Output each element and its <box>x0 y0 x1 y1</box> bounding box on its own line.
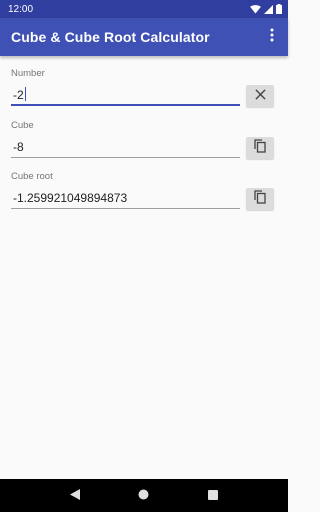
overflow-menu-button[interactable] <box>264 25 280 49</box>
home-icon <box>138 487 149 505</box>
app-bar: Cube & Cube Root Calculator <box>0 18 288 56</box>
recents-icon <box>208 487 219 505</box>
number-label: Number <box>11 68 45 79</box>
number-value: -2 <box>13 88 24 102</box>
status-time: 12:00 <box>8 3 34 15</box>
back-icon <box>69 487 80 505</box>
recents-button[interactable] <box>201 484 225 508</box>
app-title: Cube & Cube Root Calculator <box>11 29 210 45</box>
copy-icon <box>254 189 266 209</box>
cube-output[interactable]: -8 <box>11 138 240 158</box>
copy-cube-button[interactable] <box>246 137 274 159</box>
battery-icon <box>276 4 282 14</box>
number-input[interactable]: -2 <box>11 86 240 106</box>
number-field-group: Number -2 <box>11 68 275 107</box>
signal-icon <box>264 4 273 14</box>
cube-root-field-group: Cube root -1.259921049894873 <box>11 171 275 210</box>
home-button[interactable] <box>132 484 156 508</box>
cube-root-label: Cube root <box>11 171 53 182</box>
copy-icon <box>254 138 266 158</box>
cube-root-value: -1.259921049894873 <box>13 191 128 205</box>
clear-button[interactable] <box>246 85 274 107</box>
back-button[interactable] <box>63 484 87 508</box>
cube-label: Cube <box>11 120 34 131</box>
cube-value: -8 <box>13 140 24 154</box>
copy-cube-root-button[interactable] <box>246 188 274 210</box>
cube-root-output[interactable]: -1.259921049894873 <box>11 189 240 209</box>
clear-icon <box>254 87 266 105</box>
status-icons <box>250 4 282 14</box>
text-caret <box>24 87 26 101</box>
status-bar: 12:00 <box>0 0 288 18</box>
wifi-icon <box>250 4 261 14</box>
navigation-bar <box>0 479 288 512</box>
cube-field-group: Cube -8 <box>11 120 275 159</box>
more-vert-icon <box>270 28 274 47</box>
